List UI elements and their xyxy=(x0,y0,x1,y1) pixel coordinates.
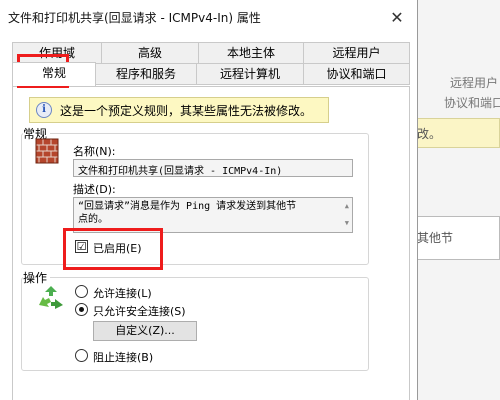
title-bar: 文件和打印机共享(回显请求 - ICMPv4-In) 属性 ✕ xyxy=(0,0,417,34)
info-text: 这是一个预定义规则，其某些属性无法被修改。 xyxy=(60,103,313,118)
description-line-1: “回显请求”消息是作为 Ping 请求发送到其他节 xyxy=(78,201,297,212)
tab-protocols-ports[interactable]: 协议和端口 xyxy=(303,63,410,85)
block-connection-radio[interactable] xyxy=(75,349,88,362)
tab-remote-computers[interactable]: 远程计算机 xyxy=(196,63,304,85)
description-label: 描述(D): xyxy=(73,183,116,196)
bg-description-box: 其他节 xyxy=(412,216,500,260)
background-window-panel xyxy=(418,0,500,400)
info-icon: i xyxy=(36,102,52,118)
firewall-icon xyxy=(35,138,59,164)
allow-secure-connection-label[interactable]: 只允许安全连接(S) xyxy=(93,303,186,319)
allow-connection-radio[interactable] xyxy=(75,285,88,298)
tab-programs-services[interactable]: 程序和服务 xyxy=(95,63,197,85)
scroll-down-icon[interactable]: ▼ xyxy=(345,217,349,230)
bg-info-text: 改。 xyxy=(417,127,442,141)
close-button[interactable]: ✕ xyxy=(377,0,417,34)
tab-general[interactable]: 常规 xyxy=(12,62,96,86)
highlight-enabled-checkbox xyxy=(63,228,163,270)
name-field[interactable]: 文件和打印机共享(回显请求 - ICMPv4-In) xyxy=(73,159,353,177)
allow-connection-label[interactable]: 允许连接(L) xyxy=(93,285,152,301)
bg-tab-protocols: 协议和端口 xyxy=(444,96,500,110)
name-label: 名称(N): xyxy=(73,145,116,158)
tab-advanced[interactable]: 高级 xyxy=(101,42,199,64)
bg-info-bar: 改。 xyxy=(412,118,500,148)
customize-button[interactable]: 自定义(Z)... xyxy=(93,321,197,341)
info-bar: i 这是一个预定义规则，其某些属性无法被修改。 xyxy=(29,97,329,123)
allow-secure-connection-radio[interactable] xyxy=(75,303,88,316)
tab-local-principals[interactable]: 本地主体 xyxy=(198,42,304,64)
scroll-up-icon[interactable]: ▲ xyxy=(345,200,349,213)
description-line-2: 点的。 xyxy=(78,214,108,225)
bg-description-text: 其他节 xyxy=(417,231,454,245)
dialog-title: 文件和打印机共享(回显请求 - ICMPv4-In) 属性 xyxy=(8,10,261,25)
tab-remote-users[interactable]: 远程用户 xyxy=(303,42,410,64)
bg-tab-remote-users: 远程用户 xyxy=(450,76,499,90)
properties-dialog: 文件和打印机共享(回显请求 - ICMPv4-In) 属性 ✕ 作用域 高级 本… xyxy=(0,0,418,400)
recycle-arrows-icon xyxy=(39,286,63,309)
tab-strip: 作用域 高级 本地主体 远程用户 常规 程序和服务 远程计算机 协议和端口 xyxy=(12,42,410,86)
block-connection-label[interactable]: 阻止连接(B) xyxy=(93,349,153,365)
